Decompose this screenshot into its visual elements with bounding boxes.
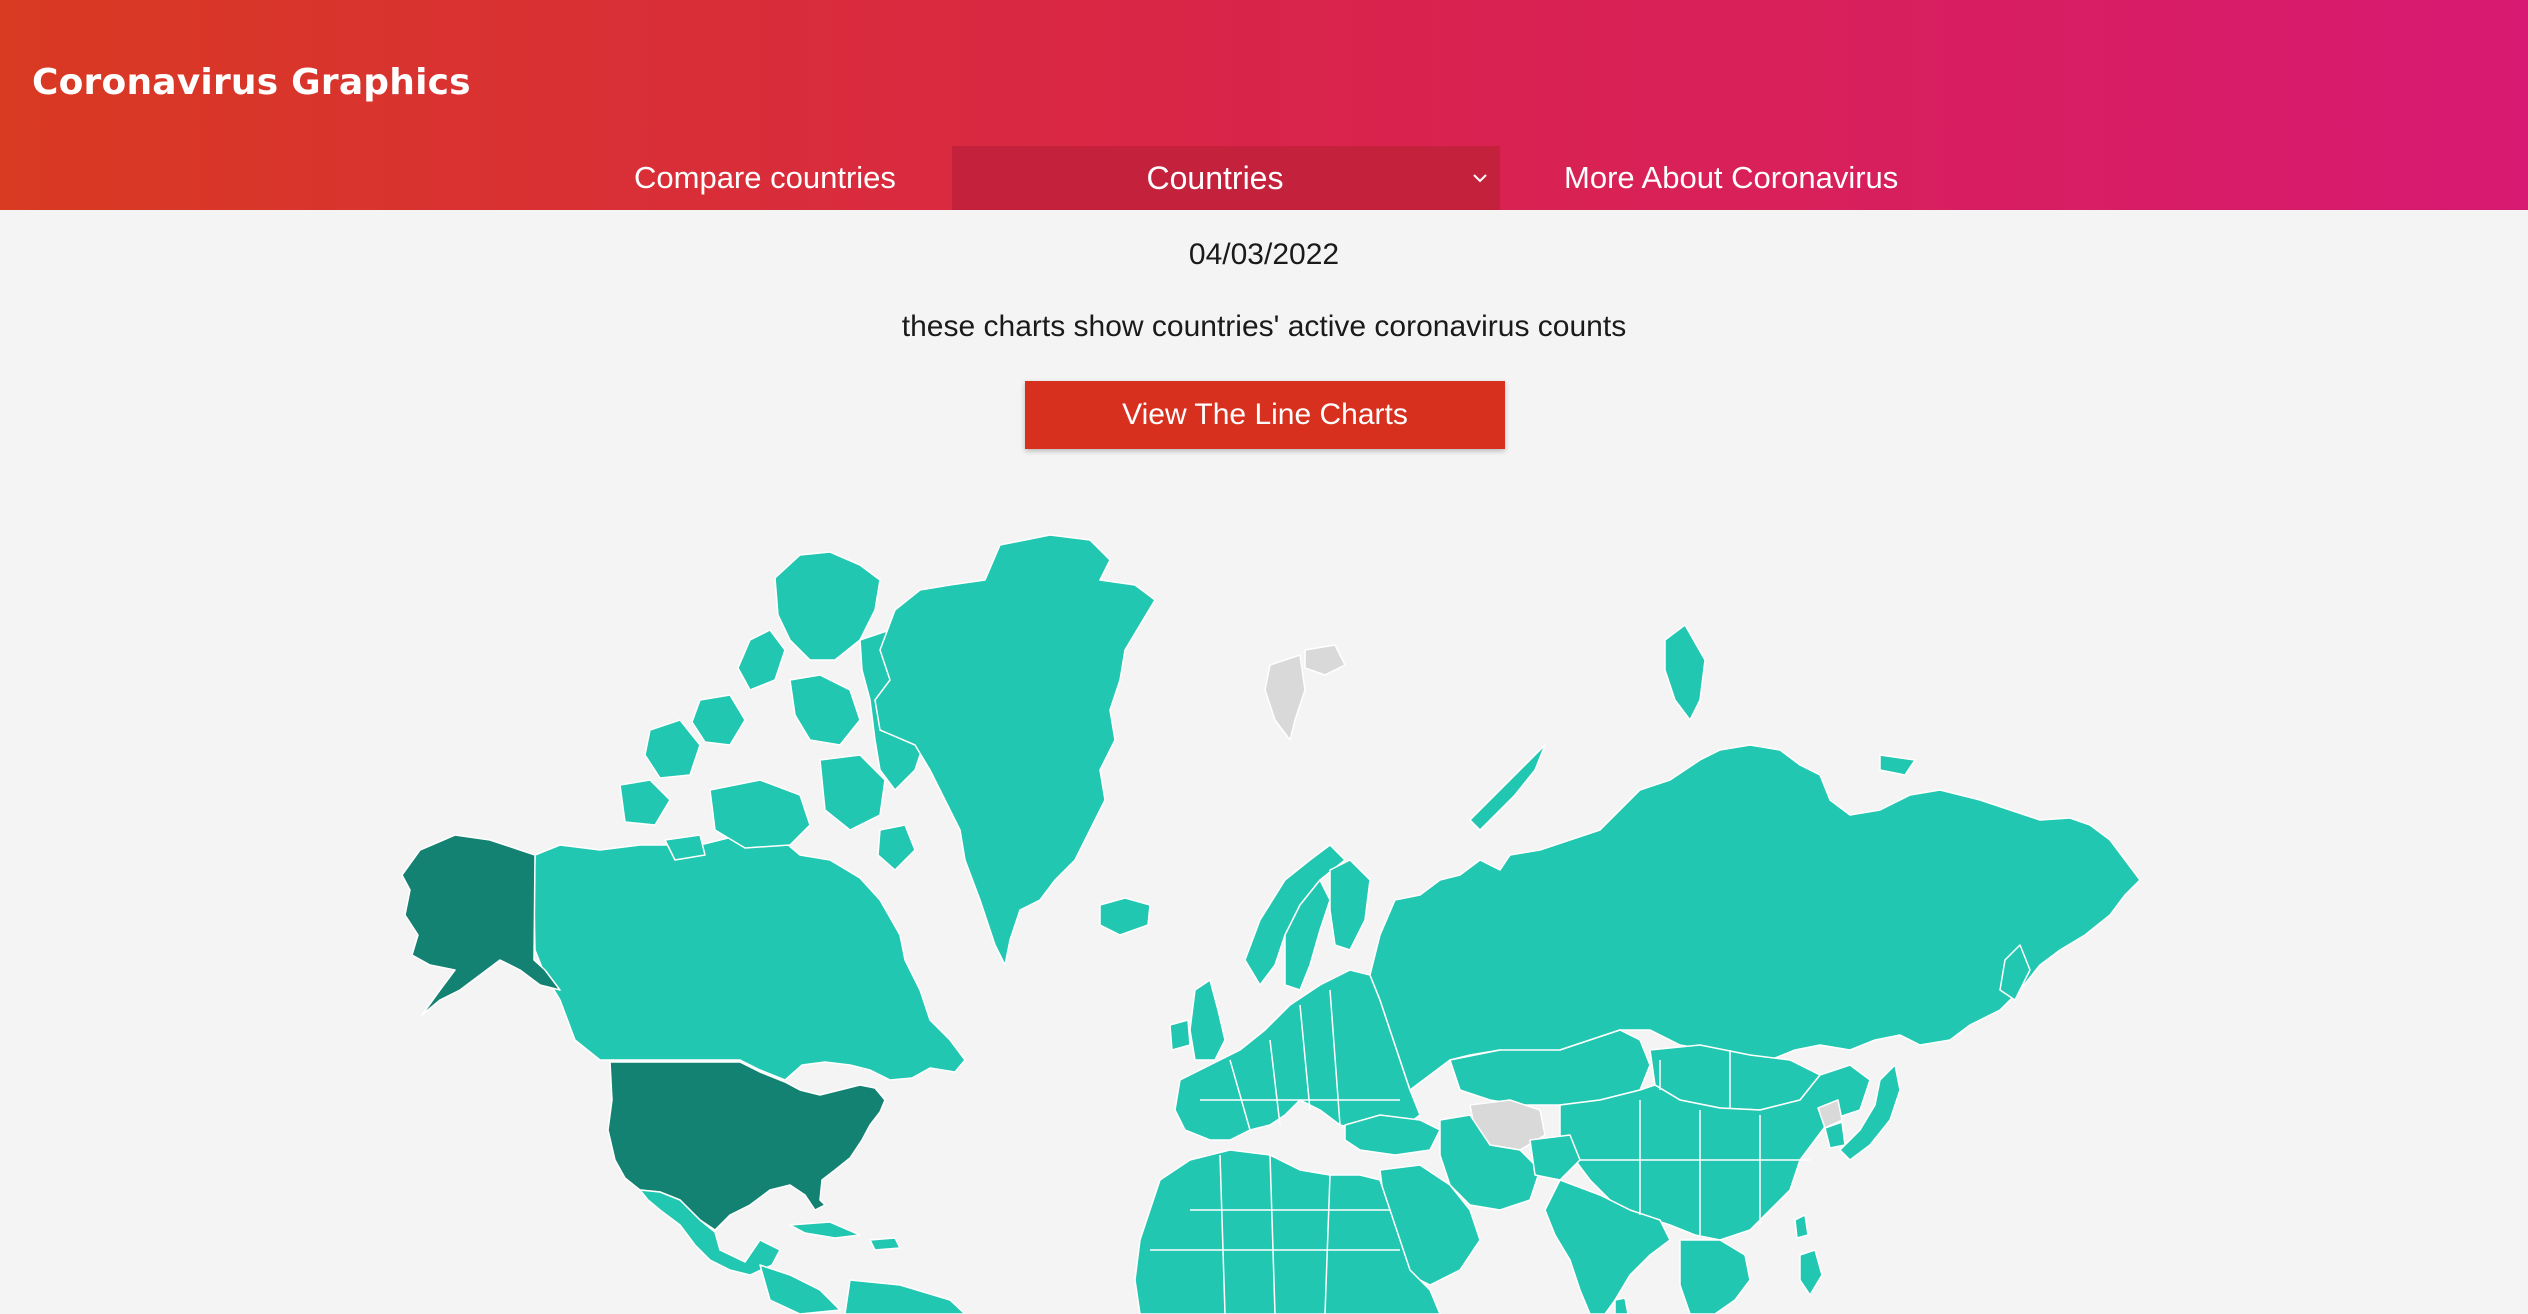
nav-compare-countries[interactable]: Compare countries [634,146,896,210]
map-country-southeast-asia[interactable] [1679,1239,1751,1314]
header-bar: Coronavirus Graphics Compare countries C… [0,0,2528,210]
map-country-canada-arctic-2[interactable] [737,629,786,691]
map-country-canada[interactable] [533,834,966,1081]
map-country-canada-arctic-8[interactable] [819,754,886,831]
map-country-canada-arctic-7[interactable] [709,779,811,849]
map-country-central-america[interactable] [759,1264,841,1314]
view-line-charts-button[interactable]: View The Line Charts [1025,381,1505,449]
map-country-canada-arctic-5[interactable] [644,719,701,779]
map-country-russia[interactable] [1369,744,2141,1091]
site-title[interactable]: Coronavirus Graphics [32,62,471,103]
map-country-new-siberian[interactable] [1664,624,1706,721]
map-country-cuba[interactable] [789,1221,861,1239]
map-country-turkey[interactable] [1344,1114,1441,1156]
report-date: 04/03/2022 [1188,238,1340,271]
countries-dropdown[interactable]: Countries [952,146,1500,210]
map-country-ireland[interactable] [1169,1019,1191,1051]
nav-more-about[interactable]: More About Coronavirus [1564,146,1898,210]
map-country-hispaniola[interactable] [869,1237,901,1251]
map-country-united-states[interactable] [607,1061,886,1231]
map-country-canada-arctic-3[interactable] [789,674,861,746]
map-country-canada-arctic-6[interactable] [619,779,671,826]
map-country-wrangel[interactable] [1879,754,1916,776]
map-country-svalbard[interactable] [1264,644,1346,741]
main-nav: Compare countries Countries More About C… [0,146,2528,210]
map-country-united-kingdom[interactable] [1189,979,1226,1061]
map-country-canada-arctic-10[interactable] [877,824,916,871]
map-country-novaya-zemlya[interactable] [1469,744,1546,831]
map-country-canada-arctic-4[interactable] [691,694,746,746]
chevron-down-icon [1473,174,1487,183]
world-map [401,534,2141,1314]
map-country-afghanistan[interactable] [1529,1134,1581,1181]
map-country-iceland[interactable] [1099,897,1151,936]
map-country-philippines[interactable] [1799,1249,1823,1296]
map-country-taiwan[interactable] [1794,1214,1809,1239]
map-country-sri-lanka[interactable] [1614,1297,1629,1314]
page-description: these charts show countries' active coro… [901,310,1627,343]
map-country-finland[interactable] [1329,859,1371,951]
countries-dropdown-label: Countries [1146,160,1284,196]
map-country-colombia[interactable] [844,1279,966,1314]
